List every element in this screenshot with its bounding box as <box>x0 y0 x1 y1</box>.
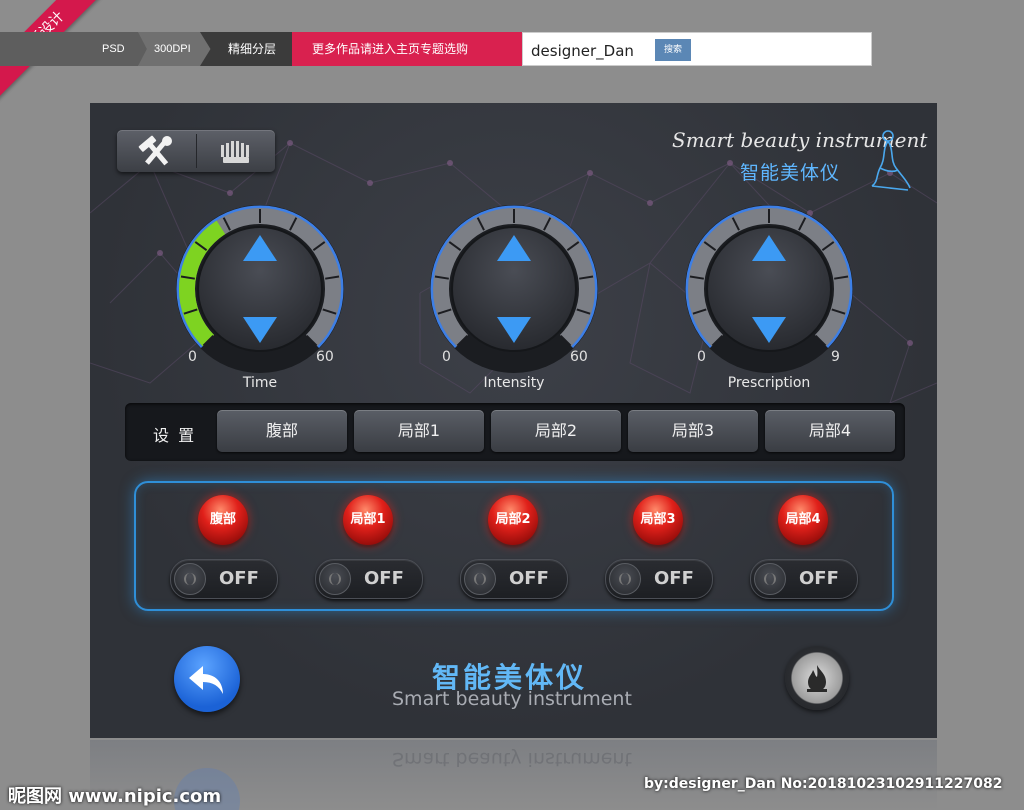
tool-toolbar <box>117 130 275 172</box>
toggle-state: OFF <box>219 568 259 589</box>
segment-abdomen[interactable]: 腹部 <box>217 410 347 452</box>
prescription-label: Prescription <box>727 375 811 391</box>
zone-indicator-local-3[interactable]: 局部3 <box>633 495 683 545</box>
tools-icon <box>138 135 172 166</box>
toggle-state: OFF <box>509 568 549 589</box>
toggle-knob <box>319 563 351 595</box>
brand-logo: Smart beauty instrument 智能美体仪 <box>672 128 927 198</box>
crumb-psd[interactable]: PSD <box>0 32 150 66</box>
zone-indicator-abdomen[interactable]: 腹部 <box>198 495 248 545</box>
search-button[interactable]: 搜索 <box>655 39 691 61</box>
crumb-layers[interactable]: 精细分层 <box>200 32 305 66</box>
heat-button[interactable] <box>785 646 849 710</box>
heater-button[interactable] <box>196 130 275 172</box>
zone-toggle-local-2[interactable]: OFF <box>460 559 568 599</box>
toggle-state: OFF <box>654 568 694 589</box>
watermark-author: by:designer_Dan No:20181023102911227082 <box>644 776 1003 792</box>
brand-chinese: 智能美体仪 <box>740 162 841 184</box>
woman-silhouette-icon <box>871 130 911 191</box>
zone-controls: 腹部 OFF 局部1 OFF 局部2 OFF 局部3 OFF 局部4 OFF <box>134 481 894 611</box>
watermark-site: 昵图网 www.nipic.com <box>8 786 222 807</box>
device-panel: Smart beauty instrument 智能美体仪 0 60 Time … <box>90 103 937 738</box>
zone-toggle-local-3[interactable]: OFF <box>605 559 713 599</box>
zone-toggle-local-1[interactable]: OFF <box>315 559 423 599</box>
intensity-dial[interactable]: 0 60 Intensity <box>428 203 600 393</box>
zone-toggle-local-4[interactable]: OFF <box>750 559 858 599</box>
settings-bar: 设 置 腹部 局部1 局部2 局部3 局部4 <box>125 403 905 461</box>
segment-local-2[interactable]: 局部2 <box>491 410 621 452</box>
time-min: 0 <box>188 349 197 365</box>
zone-indicator-local-1[interactable]: 局部1 <box>343 495 393 545</box>
tools-button[interactable] <box>117 130 196 172</box>
toggle-knob <box>754 563 786 595</box>
zone-local-1: 局部1 OFF <box>315 495 427 605</box>
back-arrow-icon <box>189 666 223 694</box>
toggle-state: OFF <box>364 568 404 589</box>
time-dial[interactable]: 0 60 Time <box>174 203 346 393</box>
reflection-text: Smart beauty instrument <box>392 748 632 770</box>
settings-title: 设 置 <box>153 426 197 445</box>
back-button[interactable] <box>174 646 240 712</box>
crumb-dpi[interactable]: 300DPI <box>138 32 212 66</box>
prescription-dial[interactable]: 0 9 Prescription <box>683 203 855 393</box>
zone-indicator-local-2[interactable]: 局部2 <box>488 495 538 545</box>
prescription-min: 0 <box>697 349 706 365</box>
toggle-knob <box>464 563 496 595</box>
toggle-knob <box>609 563 641 595</box>
zone-indicator-local-4[interactable]: 局部4 <box>778 495 828 545</box>
time-max: 60 <box>316 349 334 365</box>
prescription-max: 9 <box>831 349 840 365</box>
intensity-label: Intensity <box>483 375 545 391</box>
segment-local-1[interactable]: 局部1 <box>354 410 484 452</box>
toggle-knob <box>174 563 206 595</box>
prescription-gauge <box>685 205 853 373</box>
toggle-state: OFF <box>799 568 839 589</box>
crumb-more-works[interactable]: 更多作品请进入主页专题选购 <box>292 32 522 66</box>
intensity-min: 0 <box>442 349 451 365</box>
search-box: 搜索 <box>522 32 872 66</box>
zone-local-3: 局部3 OFF <box>605 495 717 605</box>
search-input[interactable] <box>529 40 653 62</box>
footer-title-english: Smart beauty instrument <box>392 688 632 710</box>
segment-local-3[interactable]: 局部3 <box>628 410 758 452</box>
time-label: Time <box>242 375 278 391</box>
zone-abdomen: 腹部 OFF <box>170 495 282 605</box>
segment-local-4[interactable]: 局部4 <box>765 410 895 452</box>
zone-local-4: 局部4 OFF <box>750 495 862 605</box>
heater-icon <box>220 141 249 163</box>
zone-toggle-abdomen[interactable]: OFF <box>170 559 278 599</box>
intensity-max: 60 <box>570 349 588 365</box>
zone-local-2: 局部2 OFF <box>460 495 572 605</box>
breadcrumb: PSD 300DPI 精细分层 更多作品请进入主页专题选购 搜索 <box>0 32 872 66</box>
flame-icon <box>807 665 827 692</box>
